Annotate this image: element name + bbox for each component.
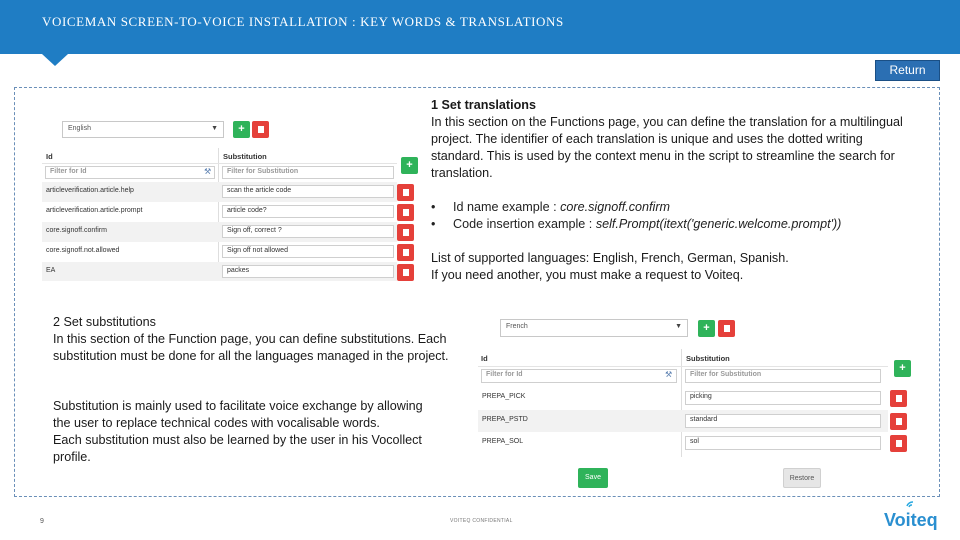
substitution-id-2: PREPA_PSTD xyxy=(482,416,528,423)
filter-id-input[interactable]: Filter for Id xyxy=(45,166,215,179)
logo-text: Voiteq xyxy=(884,510,938,530)
column-header-id: Id xyxy=(481,354,488,363)
substitution-id-1: PREPA_PICK xyxy=(482,393,526,400)
voiteq-logo: Voiteq xyxy=(883,500,945,532)
header-divider xyxy=(478,366,888,367)
section1-text: 1 Set translations In this section on th… xyxy=(431,97,911,182)
language-select[interactable]: French ▼ xyxy=(500,319,688,337)
save-button[interactable]: Save xyxy=(578,468,608,488)
languages-line-1: List of supported languages: English, Fr… xyxy=(431,251,789,265)
header-notch xyxy=(42,54,68,66)
section2-paragraph-2: Substitution is mainly used to facilitat… xyxy=(53,399,423,430)
translation-id-1: articleverification.article.help xyxy=(46,187,134,194)
language-select-value: English xyxy=(68,125,91,132)
section2-heading: 2 Set substitutions xyxy=(53,315,156,329)
filter-substitution-input[interactable]: Filter for Substitution xyxy=(222,166,394,179)
translations-panel: English ▼ + Id Substitution + Filter for… xyxy=(40,116,422,281)
chevron-down-icon: ▼ xyxy=(675,323,682,330)
translation-value-1[interactable]: scan the article code xyxy=(222,185,394,198)
logo-graphic: Voiteq xyxy=(884,501,938,530)
return-button[interactable]: Return xyxy=(875,60,940,81)
substitution-value-2[interactable]: standard xyxy=(685,414,881,428)
section2-paragraph-3: Each substitution must also be learned b… xyxy=(53,433,422,464)
substitution-value-3[interactable]: sol xyxy=(685,436,881,450)
wrench-icon: ⚒ xyxy=(204,167,212,176)
bullet-label: Code insertion example : xyxy=(453,217,596,231)
filter-id-input[interactable]: Filter for Id xyxy=(481,369,677,383)
delete-language-button[interactable] xyxy=(252,121,269,138)
bullet-dot: • xyxy=(431,200,436,214)
substitutions-panel: French ▼ + Id Substitution + Filter for … xyxy=(476,314,918,492)
page-number: 9 xyxy=(40,518,44,525)
substitution-value-1[interactable]: picking xyxy=(685,391,881,405)
section1-heading: 1 Set translations xyxy=(431,98,536,112)
bullet-example: self.Prompt(itext('generic.welcome.promp… xyxy=(595,217,842,231)
languages-text: List of supported languages: English, Fr… xyxy=(431,250,911,284)
list-item: • Code insertion example : self.Prompt(i… xyxy=(431,216,841,233)
column-header-substitution: Substitution xyxy=(686,354,730,363)
bullet-dot: • xyxy=(431,217,436,231)
delete-row-button[interactable] xyxy=(397,224,414,241)
translation-id-2: articleverification.article.prompt xyxy=(46,207,143,214)
section2-text: 2 Set substitutions In this section of t… xyxy=(53,314,461,365)
delete-language-button[interactable] xyxy=(718,320,735,337)
chevron-down-icon: ▼ xyxy=(211,125,218,132)
column-header-substitution: Substitution xyxy=(223,152,267,161)
languages-line-2: If you need another, you must make a req… xyxy=(431,268,744,282)
delete-row-button[interactable] xyxy=(397,264,414,281)
header-bar: VOICEMAN SCREEN-TO-VOICE INSTALLATION : … xyxy=(0,0,960,66)
add-language-button[interactable]: + xyxy=(698,320,715,337)
translation-value-3[interactable]: Sign off, correct ? xyxy=(222,225,394,238)
example-bullets: • Id name example : core.signoff.confirm… xyxy=(431,199,841,233)
translation-id-3: core.signoff.confirm xyxy=(46,227,107,234)
section2-text-2: Substitution is mainly used to facilitat… xyxy=(53,398,433,466)
header-divider xyxy=(42,163,397,164)
wrench-icon: ⚒ xyxy=(665,370,673,379)
translation-value-2[interactable]: article code? xyxy=(222,205,394,218)
delete-row-button[interactable] xyxy=(397,184,414,201)
confidential-label: VOITEQ CONFIDENTIAL xyxy=(450,518,513,524)
translation-id-4: core.signoff.not.allowed xyxy=(46,247,120,254)
restore-button[interactable]: Restore xyxy=(783,468,821,488)
delete-row-button[interactable] xyxy=(397,244,414,261)
add-substitution-button[interactable]: + xyxy=(894,360,911,377)
translation-id-5: EA xyxy=(46,267,56,274)
list-item: • Id name example : core.signoff.confirm xyxy=(431,199,841,216)
delete-row-button[interactable] xyxy=(890,390,907,407)
language-select[interactable]: English ▼ xyxy=(62,121,224,138)
substitution-id-3: PREPA_SOL xyxy=(482,438,524,445)
add-translation-button[interactable]: + xyxy=(401,157,418,174)
page-title: VOICEMAN SCREEN-TO-VOICE INSTALLATION : … xyxy=(42,14,564,29)
translation-value-4[interactable]: Sign off not allowed xyxy=(222,245,394,258)
bullet-label: Id name example : xyxy=(453,200,561,214)
delete-row-button[interactable] xyxy=(890,413,907,430)
filter-substitution-input[interactable]: Filter for Substitution xyxy=(685,369,881,383)
section2-paragraph: In this section of the Function page, yo… xyxy=(53,332,449,363)
delete-row-button[interactable] xyxy=(890,435,907,452)
column-header-id: Id xyxy=(46,152,53,161)
section1-paragraph: In this section on the Functions page, y… xyxy=(431,115,903,180)
translation-value-5[interactable]: packes xyxy=(222,265,394,278)
bullet-example: core.signoff.confirm xyxy=(560,200,670,214)
add-language-button[interactable]: + xyxy=(233,121,250,138)
language-select-value: French xyxy=(506,323,528,330)
delete-row-button[interactable] xyxy=(397,204,414,221)
